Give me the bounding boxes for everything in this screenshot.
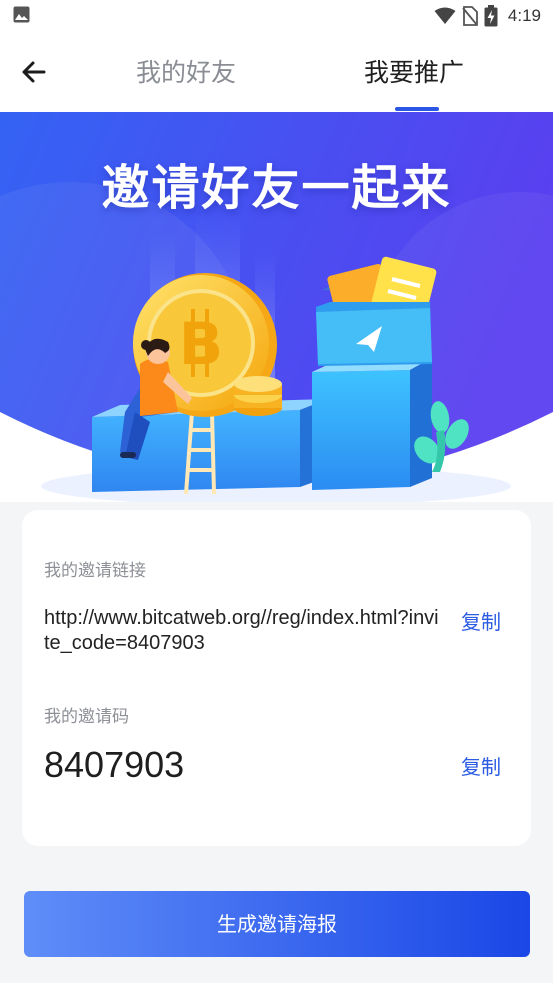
- banner-title: 邀请好友一起来: [101, 160, 452, 216]
- battery-charging-icon: [484, 5, 498, 27]
- active-tab-indicator: [395, 107, 439, 111]
- invite-code-value: 8407903: [44, 744, 185, 785]
- invite-banner: B 邀请好友一起来: [0, 112, 553, 502]
- tab-promote[interactable]: 我要推广: [364, 56, 464, 90]
- invite-code-label: 我的邀请码: [44, 707, 129, 727]
- copy-link-button[interactable]: 复制: [461, 606, 501, 635]
- coin-stack-graphic: [234, 376, 282, 416]
- image-icon: [13, 6, 30, 23]
- no-sim-icon: [462, 6, 478, 26]
- status-time: 4:19: [507, 6, 541, 25]
- invite-link-value: http://www.bitcatweb.org//reg/index.html…: [44, 607, 439, 654]
- svg-text:B: B: [179, 310, 223, 378]
- status-bar: 4:19: [0, 0, 553, 32]
- tab-my-friends[interactable]: 我的好友: [136, 56, 236, 90]
- invite-link-label: 我的邀请链接: [44, 561, 146, 581]
- copy-code-button[interactable]: 复制: [461, 751, 501, 780]
- invite-info-card: 我的邀请链接 http://www.bitcatweb.org//reg/ind…: [22, 510, 531, 846]
- status-icons: 4:19: [434, 4, 541, 28]
- wifi-icon: [434, 7, 456, 24]
- top-navigation: 我的好友 我要推广: [0, 32, 553, 112]
- back-arrow-icon[interactable]: [16, 54, 52, 90]
- generate-poster-button[interactable]: 生成邀请海报: [24, 891, 530, 957]
